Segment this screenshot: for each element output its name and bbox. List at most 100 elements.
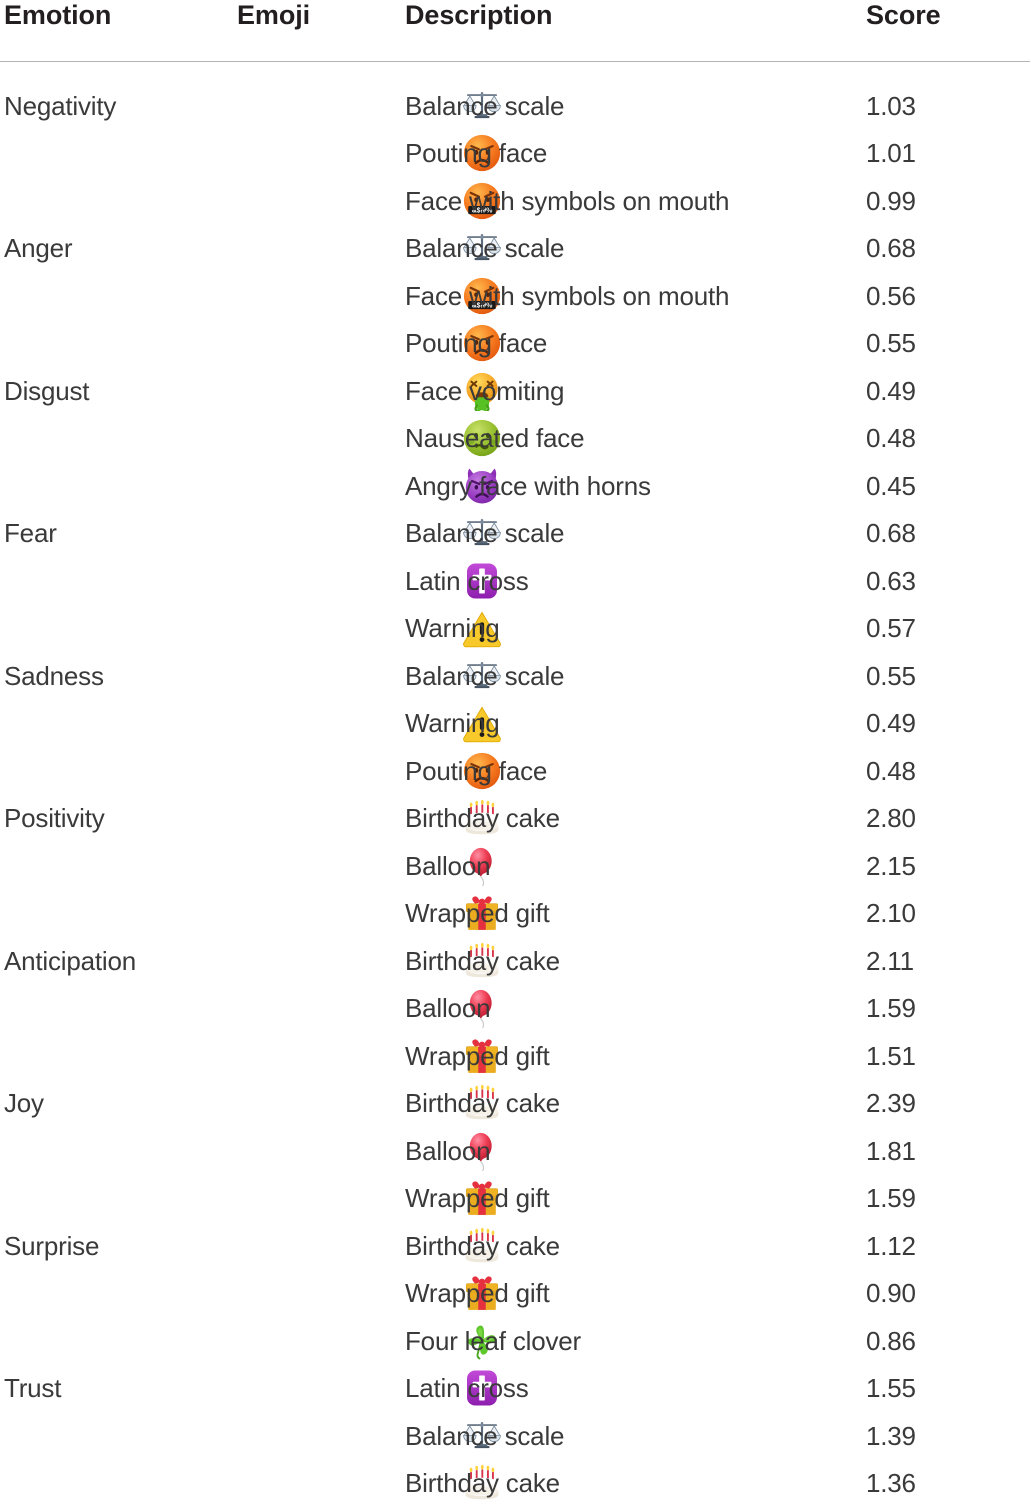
cell-description: Face with symbols on mouth <box>402 177 854 225</box>
cell-emoji <box>232 557 402 605</box>
cell-emoji <box>232 747 402 795</box>
cell-description: Balloon <box>402 985 854 1033</box>
table-row: Birthday cake1.36 <box>0 1460 1030 1507</box>
cell-emoji <box>232 1080 402 1128</box>
table-row: Fear Balance scale0.68 <box>0 510 1030 558</box>
cell-emoji <box>232 842 402 890</box>
cell-score: 0.49 <box>854 367 1030 415</box>
table-row: Latin cross0.63 <box>0 557 1030 605</box>
cell-score: 1.51 <box>854 1032 1030 1080</box>
cell-emotion: Trust <box>0 1365 232 1413</box>
cell-emotion <box>0 462 232 510</box>
cell-emoji <box>232 1175 402 1223</box>
cell-emoji: &$!#% <box>232 177 402 225</box>
cell-score: 1.55 <box>854 1365 1030 1413</box>
column-header-emoji: Emoji <box>232 0 402 62</box>
cell-emoji <box>232 795 402 843</box>
cell-score: 1.39 <box>854 1412 1030 1460</box>
cell-emoji <box>232 652 402 700</box>
cell-emoji <box>232 62 402 130</box>
cell-emoji <box>232 1270 402 1318</box>
cell-emotion <box>0 1317 232 1365</box>
emoji-emotion-table-container: Emotion Emoji Description Score Negativi… <box>0 0 1030 1507</box>
table-row: Negativity Balance scale1.03 <box>0 62 1030 130</box>
table-row: Pouting face1.01 <box>0 130 1030 178</box>
cell-emoji <box>232 1127 402 1175</box>
cell-score: 2.11 <box>854 937 1030 985</box>
cell-description: Balance scale <box>402 510 854 558</box>
table-row: Balloon1.59 <box>0 985 1030 1033</box>
cell-description: Nauseated face <box>402 415 854 463</box>
cell-emotion <box>0 985 232 1033</box>
cell-description: Four leaf clover <box>402 1317 854 1365</box>
table-row: Anticipation Birthday cake2.11 <box>0 937 1030 985</box>
cell-score: 0.68 <box>854 510 1030 558</box>
table-body: Negativity Balance scale1.03 Pouting fac… <box>0 62 1030 1507</box>
cell-emoji <box>232 605 402 653</box>
table-row: Wrapped gift0.90 <box>0 1270 1030 1318</box>
cell-score: 1.03 <box>854 62 1030 130</box>
cell-emoji <box>232 225 402 273</box>
cell-score: 1.59 <box>854 985 1030 1033</box>
table-row: &$!#% Face with symbols on mouth0.56 <box>0 272 1030 320</box>
cell-emotion <box>0 1127 232 1175</box>
cell-emoji <box>232 510 402 558</box>
table-row: Warning0.49 <box>0 700 1030 748</box>
cell-score: 0.55 <box>854 320 1030 368</box>
cell-emoji <box>232 1032 402 1080</box>
table-row: Nauseated face0.48 <box>0 415 1030 463</box>
cell-description: Balance scale <box>402 62 854 130</box>
table-row: Angry face with horns0.45 <box>0 462 1030 510</box>
cell-emoji <box>232 415 402 463</box>
cell-score: 0.49 <box>854 700 1030 748</box>
cell-description: Face with symbols on mouth <box>402 272 854 320</box>
cell-emotion <box>0 130 232 178</box>
table-row: &$!#% Face with symbols on mouth0.99 <box>0 177 1030 225</box>
cell-emotion: Joy <box>0 1080 232 1128</box>
cell-emoji <box>232 1460 402 1507</box>
table-row: Wrapped gift1.51 <box>0 1032 1030 1080</box>
cell-score: 0.48 <box>854 747 1030 795</box>
table-row: Wrapped gift1.59 <box>0 1175 1030 1223</box>
cell-score: 0.86 <box>854 1317 1030 1365</box>
cell-emoji: &$!#% <box>232 272 402 320</box>
table-row: Pouting face0.55 <box>0 320 1030 368</box>
cell-description: Birthday cake <box>402 1460 854 1507</box>
column-header-emotion: Emotion <box>0 0 232 62</box>
cell-emoji <box>232 130 402 178</box>
cell-emotion: Sadness <box>0 652 232 700</box>
cell-description: Birthday cake <box>402 937 854 985</box>
cell-score: 0.56 <box>854 272 1030 320</box>
cell-description: Balance scale <box>402 1412 854 1460</box>
cell-description: Balance scale <box>402 652 854 700</box>
table-header: Emotion Emoji Description Score <box>0 0 1030 62</box>
cell-score: 0.63 <box>854 557 1030 605</box>
cell-emotion: Disgust <box>0 367 232 415</box>
cell-score: 1.81 <box>854 1127 1030 1175</box>
cell-score: 1.01 <box>854 130 1030 178</box>
cell-score: 0.48 <box>854 415 1030 463</box>
table-row: Joy Birthday cake2.39 <box>0 1080 1030 1128</box>
table-row: Balloon2.15 <box>0 842 1030 890</box>
cell-description: Latin cross <box>402 557 854 605</box>
cell-emotion: Surprise <box>0 1222 232 1270</box>
table-row: Surprise Birthday cake1.12 <box>0 1222 1030 1270</box>
cell-emotion: Negativity <box>0 62 232 130</box>
table-row: Four leaf clover0.86 <box>0 1317 1030 1365</box>
cell-emotion <box>0 1032 232 1080</box>
cell-emotion <box>0 1412 232 1460</box>
cell-emotion: Fear <box>0 510 232 558</box>
table-row: Wrapped gift2.10 <box>0 890 1030 938</box>
cell-description: Birthday cake <box>402 795 854 843</box>
cell-score: 0.99 <box>854 177 1030 225</box>
column-header-score: Score <box>854 0 1030 62</box>
table-row: Positivity Birthday cake2.80 <box>0 795 1030 843</box>
cell-emotion <box>0 842 232 890</box>
cell-emotion <box>0 890 232 938</box>
cell-emoji <box>232 462 402 510</box>
cell-emotion <box>0 605 232 653</box>
cell-description: Birthday cake <box>402 1080 854 1128</box>
cell-score: 2.39 <box>854 1080 1030 1128</box>
cell-emotion <box>0 415 232 463</box>
cell-score: 0.55 <box>854 652 1030 700</box>
